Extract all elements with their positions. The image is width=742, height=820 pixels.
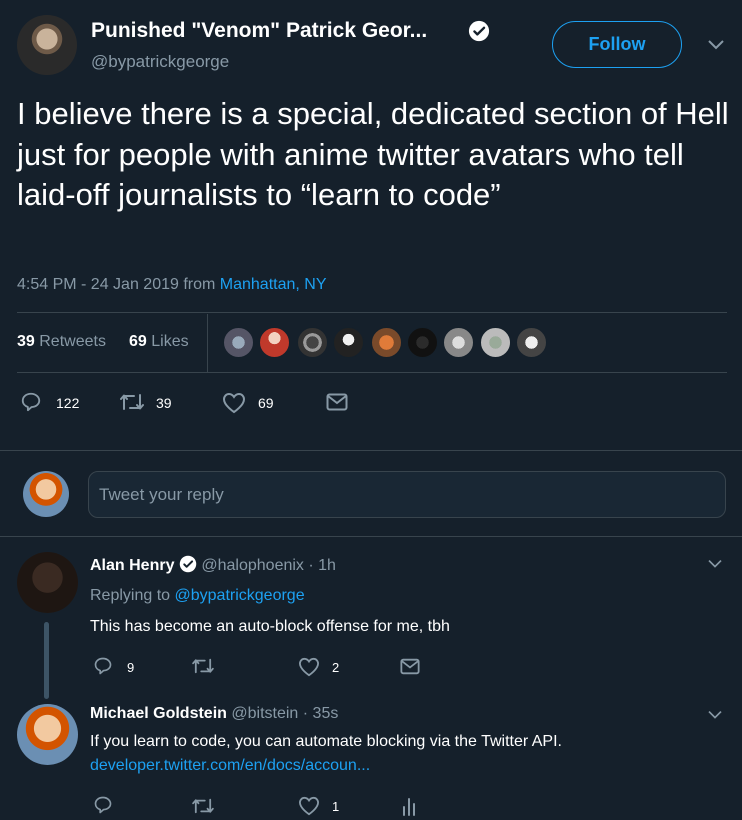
reply-time[interactable]: · 35s [303,705,339,722]
reply-icon[interactable] [93,656,113,676]
reply-text: If you learn to code, you can automate b… [90,733,562,750]
reply-header: Alan Henry @halophoenix · 1h [90,555,336,575]
like-icon[interactable] [222,392,246,414]
author-avatar[interactable] [17,15,77,75]
like-icon[interactable] [298,657,320,677]
liker-avatar[interactable] [516,327,547,358]
liker-avatar[interactable] [223,327,254,358]
reply-time[interactable]: · 1h [308,557,336,574]
message-icon[interactable] [326,393,348,411]
reply-link[interactable]: developer.twitter.com/en/docs/accoun... [90,757,370,775]
likes-stat[interactable]: 69 Likes [129,333,189,351]
like-count: 1 [332,799,340,814]
divider [17,312,727,313]
current-user-avatar[interactable] [23,471,69,517]
replying-to: Replying to @bypatrickgeorge [90,587,305,605]
reply-input-placeholder: Tweet your reply [99,484,224,504]
liker-avatar[interactable] [259,327,290,358]
replying-to-link[interactable]: @bypatrickgeorge [175,587,305,604]
reply-icon[interactable] [20,391,42,413]
replying-to-label: Replying to [90,587,175,604]
like-count: 69 [258,395,274,411]
tweet-text: I believe there is a special, dedicated … [17,96,729,212]
reply-text: This has become an auto-block offense fo… [90,618,450,635]
reply-header: Michael Goldstein @bitstein · 35s [90,705,338,723]
reply-avatar[interactable] [17,704,78,765]
message-icon[interactable] [400,658,420,675]
reply-avatar[interactable] [17,552,78,613]
liker-avatar[interactable] [371,327,402,358]
reply-author-name[interactable]: Alan Henry [90,557,174,574]
like-icon[interactable] [298,796,320,816]
reply-author-handle[interactable]: @bitstein [231,705,298,722]
retweets-count: 39 [17,333,35,350]
liker-avatar[interactable] [297,327,328,358]
chevron-down-icon[interactable] [706,38,726,52]
liker-avatar[interactable] [333,327,364,358]
divider [17,372,727,373]
divider [0,450,742,451]
analytics-icon[interactable] [401,796,417,816]
like-count: 2 [332,660,340,675]
author-name[interactable]: Punished "Venom" Patrick Geor... [91,19,427,43]
chevron-down-icon[interactable] [706,558,724,570]
liker-avatar[interactable] [480,327,511,358]
retweet-icon[interactable] [119,392,145,412]
stats-separator [207,314,208,372]
reply-count: 122 [56,395,80,411]
tweet-timestamp[interactable]: 4:54 PM - 24 Jan 2019 from Manhattan, NY [17,276,327,294]
reply-icon[interactable] [93,795,113,815]
verified-badge-icon [179,555,197,573]
reply-author-handle[interactable]: @halophoenix [201,557,304,574]
retweet-icon[interactable] [191,657,215,675]
reply-thread-line [44,622,49,699]
likes-count: 69 [129,333,147,350]
liker-avatar[interactable] [443,327,474,358]
likes-label: Likes [151,333,189,350]
reply-input[interactable]: Tweet your reply [88,471,726,518]
retweets-stat[interactable]: 39 Retweets [17,333,106,351]
author-handle[interactable]: @bypatrickgeorge [91,52,229,72]
divider [0,536,742,537]
liker-avatar[interactable] [407,327,438,358]
tweet-location-link[interactable]: Manhattan, NY [220,276,327,293]
retweet-count: 39 [156,395,172,411]
chevron-down-icon[interactable] [706,709,724,721]
retweet-icon[interactable] [191,797,215,815]
follow-button[interactable]: Follow [552,21,682,68]
timestamp-text[interactable]: 4:54 PM - 24 Jan 2019 from [17,276,220,293]
verified-badge-icon [468,20,490,42]
reply-author-name[interactable]: Michael Goldstein [90,705,227,722]
retweets-label: Retweets [39,333,106,350]
reply-count: 9 [127,660,135,675]
